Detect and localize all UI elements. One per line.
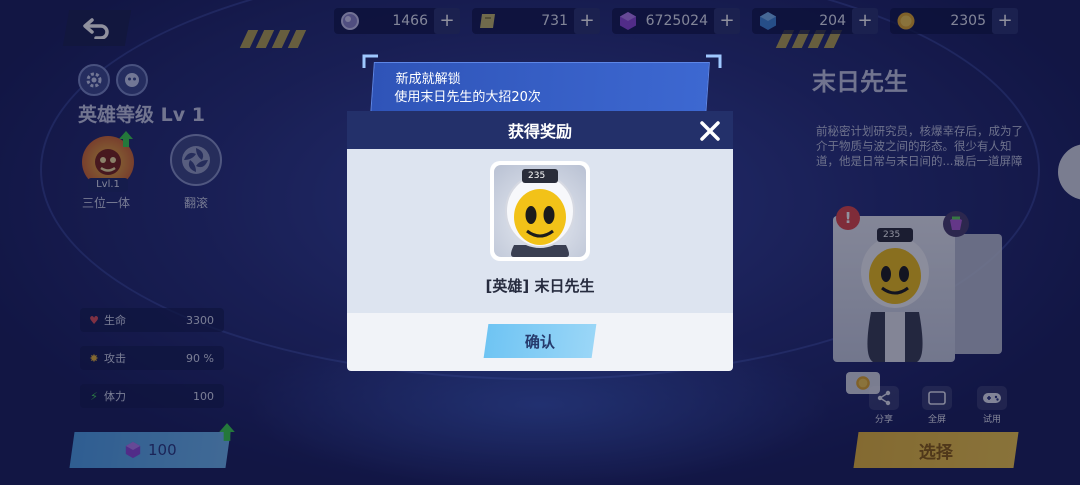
reward-item[interactable]: 235 bbox=[490, 161, 590, 261]
confirm-label: 确认 bbox=[524, 332, 555, 351]
close-icon bbox=[700, 121, 720, 141]
reward-item-tag: 235 bbox=[528, 171, 546, 181]
reward-modal-title: 获得奖励 bbox=[507, 122, 572, 141]
close-button[interactable] bbox=[696, 117, 724, 145]
reward-item-name: [英雄] 末日先生 bbox=[485, 277, 595, 295]
achievement-title: 新成就解锁 bbox=[395, 72, 461, 87]
achievement-detail: 使用末日先生的大招20次 bbox=[394, 90, 541, 105]
achievement-toast: 新成就解锁 使用末日先生的大招20次 bbox=[370, 62, 710, 116]
confirm-button[interactable]: 确认 bbox=[483, 324, 597, 358]
reward-modal-header: 获得奖励 bbox=[347, 111, 733, 149]
